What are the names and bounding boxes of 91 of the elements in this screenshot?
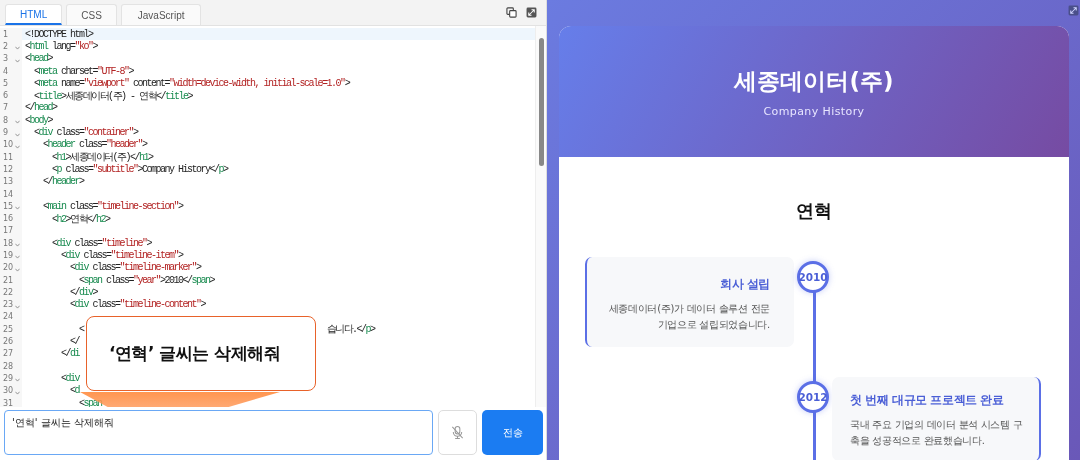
event-title: 첫 번째 대규모 프로젝트 완료 [850,393,1005,408]
line-number: 20 [2,263,15,273]
code-line: <body> [24,114,53,126]
scrollbar-thumb[interactable] [538,38,544,166]
line-number: 22 [2,287,15,297]
page-subtitle: Company History [763,104,865,118]
line-number: 15 [2,201,15,211]
line-number: 14 [2,189,15,199]
company-title: 세종데이터(주) [734,66,894,96]
code-line: <main class="timeline-section"> [42,200,183,212]
line-number: 6 [2,91,10,101]
line-number: 2 [2,41,10,51]
event-description: 세종데이터(주)가 데이터 솔루션 전문 기업으로 설립되었습니다. [607,302,770,332]
editor-tab[interactable]: HTML [5,4,63,25]
code-line: <h2>연혁</h2> [51,212,110,226]
line-number: 19 [2,251,15,260]
fold-icon[interactable] [15,46,20,51]
fold-icon[interactable] [15,378,20,383]
line-number: 9 [2,128,10,137]
line-number: 21 [2,275,15,285]
code-line: </ [69,336,79,348]
line-number: 17 [2,226,15,236]
line-number: 11 [2,152,15,162]
code-line: <d [69,385,80,397]
line-number: 30 [2,386,15,396]
expand-icon[interactable] [526,7,537,18]
line-number: 26 [2,337,15,347]
code-line: </header> [42,176,84,188]
fold-icon[interactable] [15,206,20,211]
fold-icon[interactable] [15,132,20,137]
line-number: 23 [2,300,15,310]
section-title: 연혁 [795,199,833,223]
code-line: <div class="timeline-item"> [60,250,183,261]
code-line: <!DOCTYPE html> [24,28,93,40]
mic-off-icon [450,425,466,440]
fold-icon[interactable] [15,267,20,272]
code-line: <meta charset="UTF-8"> [33,65,134,77]
code-line: </di [60,348,80,360]
code-line: <head> [24,53,53,65]
code-line: <p class="subtitle">Company History</p> [51,163,228,175]
code-line: <div class="timeline-content"> [69,299,206,311]
fold-icon[interactable] [15,243,20,248]
code-line: <span class="year">2010</span> [78,274,215,286]
line-number: 4 [2,66,10,76]
event-description: 국내 주요 기업의 데이터 분석 시스템 구축을 성공적으로 완료했습니다. [850,418,1024,448]
code-line: <div class="timeline-marker"> [69,262,201,274]
code-line: 습니다.</p> [325,323,375,337]
line-number: 28 [2,361,15,371]
code-line: <div [60,372,80,384]
line-number: 29 [2,373,15,383]
code-line: </head> [24,102,57,114]
mic-button[interactable] [438,410,478,455]
line-number: 3 [2,54,10,64]
fold-icon[interactable] [15,255,20,260]
code-line: < [78,323,84,335]
fold-icon[interactable] [15,390,20,395]
fold-icon[interactable] [15,304,20,309]
fold-icon[interactable] [15,144,20,149]
line-number: 31 [2,398,15,407]
prompt-input[interactable]: '연혁' 글씨는 삭제해줘 [4,410,434,455]
code-line: <title>세종데이터(주) - 연혁</title> [33,89,193,102]
line-number: 27 [2,349,15,359]
line-number: 16 [2,214,15,224]
line-number: 24 [2,312,15,322]
editor-tab[interactable]: CSS [66,4,117,25]
event-title: 회사 설립 [719,277,770,292]
code-line: <div class="timeline"> [51,237,152,249]
send-button[interactable]: 전송 [482,410,543,455]
line-number: 10 [2,140,15,150]
code-line: </div> [69,286,98,298]
line-number: 1 [2,29,10,39]
line-number: 25 [2,324,15,334]
editor-tab[interactable]: JavaScript [120,4,202,25]
line-number: 7 [2,103,10,113]
line-number: 13 [2,177,15,187]
line-number: 12 [2,164,15,174]
code-line: <h1>세종데이터(주)</h1> [51,151,153,164]
expand-icon[interactable] [1068,5,1079,16]
line-number: 8 [2,115,10,125]
callout-text: ‘연혁’ 글씨는 삭제해줘 [109,342,281,365]
line-number: 18 [2,238,15,248]
code-line: <div class="container"> [33,127,138,138]
code-line: <header class="header"> [42,139,147,151]
fold-icon[interactable] [15,120,20,125]
code-line: <html lang="ko"> [24,40,98,52]
code-line: <span [78,397,102,407]
scrollbar[interactable] [535,26,546,407]
code-line: <meta name="viewport" content="width=device-width, initial-scale=1.0"> [33,77,350,89]
line-number: 5 [2,78,10,88]
fold-icon[interactable] [15,58,20,63]
copy-icon[interactable] [506,7,517,18]
